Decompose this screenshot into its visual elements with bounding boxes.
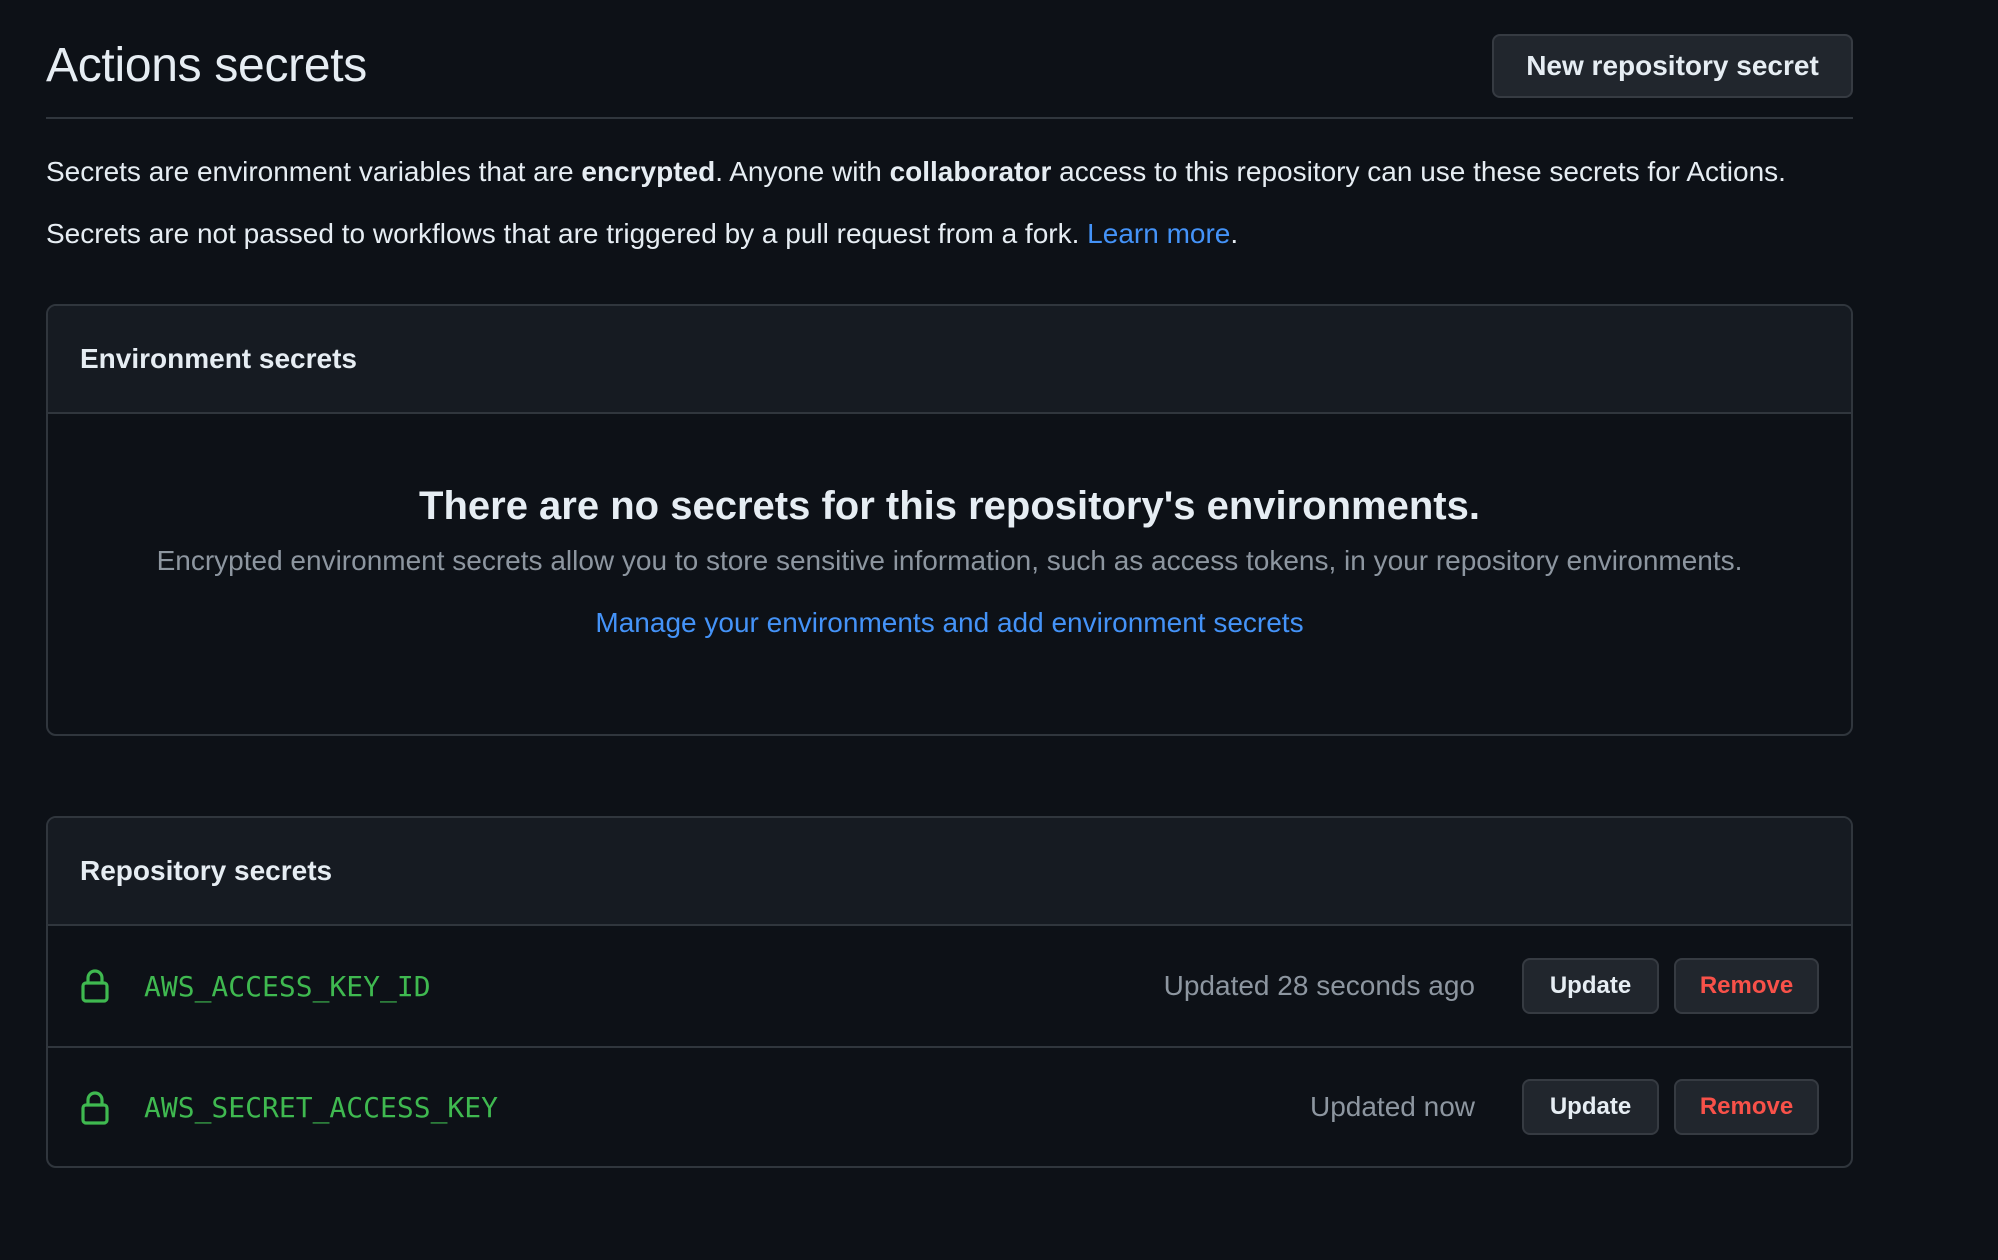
environment-secrets-heading: Environment secrets [48,306,1851,414]
repository-secrets-panel: Repository secrets AWS_ACCESS_KEY_ID Upd… [46,816,1853,1168]
secret-name: AWS_ACCESS_KEY_ID [144,969,431,1003]
page-header: Actions secrets New repository secret [46,0,1853,119]
new-repository-secret-button[interactable]: New repository secret [1492,34,1853,98]
intro-bold-encrypted: encrypted [581,156,716,187]
intro-encryption-note: Secrets are environment variables that a… [46,153,1853,191]
update-secret-button[interactable]: Update [1522,958,1659,1014]
secret-name: AWS_SECRET_ACCESS_KEY [144,1090,499,1124]
secret-row: AWS_SECRET_ACCESS_KEY Updated now Update… [48,1046,1851,1166]
remove-secret-button[interactable]: Remove [1674,1079,1819,1135]
manage-environments-link[interactable]: Manage your environments and add environ… [595,604,1303,642]
repository-secrets-heading: Repository secrets [48,818,1851,926]
intro-text-segment: Secrets are environment variables that a… [46,156,582,187]
secret-row: AWS_ACCESS_KEY_ID Updated 28 seconds ago… [48,926,1851,1046]
intro-text-segment: . Anyone with [715,156,890,187]
intro-fork-note: Secrets are not passed to workflows that… [46,215,1853,253]
lock-icon [81,969,109,1003]
intro-text: Secrets are environment variables that a… [46,153,1853,253]
secret-updated-time: Updated 28 seconds ago [1163,970,1475,1001]
intro-bold-collaborator: collaborator [889,156,1052,187]
actions-secrets-page: Actions secrets New repository secret Se… [46,0,1853,1168]
environment-secrets-empty-state: There are no secrets for this repository… [48,414,1851,642]
empty-state-description: Encrypted environment secrets allow you … [156,545,1743,576]
intro-text-segment: Secrets are not passed to workflows that… [46,218,1088,249]
intro-text-segment: . [1230,218,1239,249]
environment-secrets-panel: Environment secrets There are no secrets… [46,304,1853,736]
lock-icon [81,1091,109,1125]
learn-more-link[interactable]: Learn more [1087,218,1230,249]
update-secret-button[interactable]: Update [1522,1079,1659,1135]
page-title: Actions secrets [46,39,367,92]
secret-updated-time: Updated now [1309,1091,1475,1122]
empty-state-title: There are no secrets for this repository… [419,484,1480,528]
intro-text-segment: access to this repository can use these … [1051,156,1786,187]
remove-secret-button[interactable]: Remove [1674,958,1819,1014]
